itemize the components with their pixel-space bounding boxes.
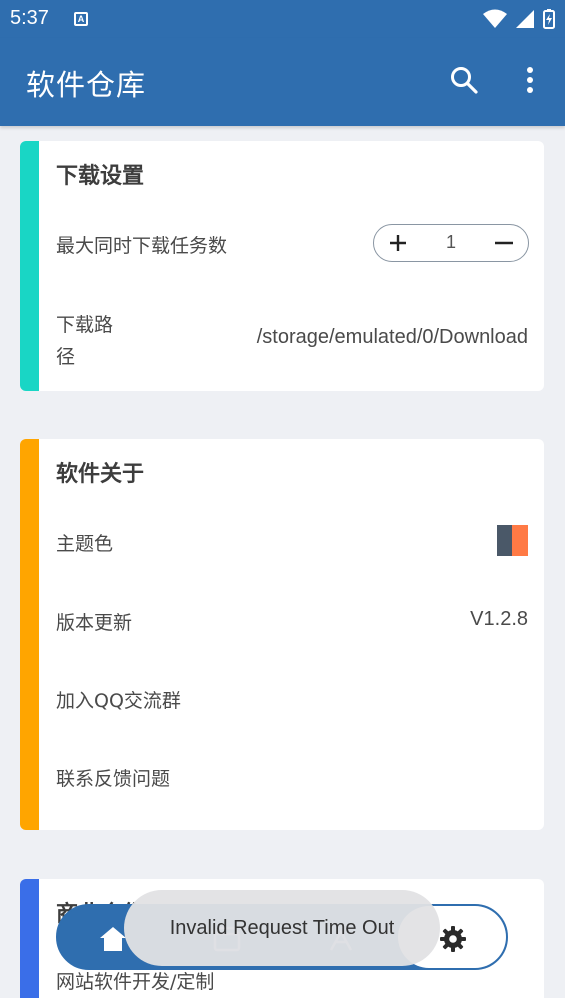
plus-icon [390,235,406,251]
join-group-label[interactable]: 加入QQ交流群 [56,686,181,713]
search-icon[interactable] [448,64,480,96]
swatch-orange [512,525,528,556]
theme-color-label[interactable]: 主题色 [56,529,113,556]
decrement-button[interactable] [480,225,528,261]
system-icons [483,9,555,29]
update-label[interactable]: 版本更新 [56,608,132,635]
custom-dev-label[interactable]: 网站软件开发/定制 [56,967,214,994]
more-vert-icon[interactable] [520,64,540,96]
status-time: 5:37 [10,7,49,29]
status-bar: 5:37 A [0,0,565,38]
download-path-value[interactable]: /storage/emulated/0/Download [257,326,528,349]
download-settings-card: 下载设置 最大同时下载任务数 1 下载路 径 /storage/emulated… [20,141,544,391]
download-path-label-line1: 下载路 [56,314,114,336]
max-downloads-label: 最大同时下载任务数 [56,235,228,257]
wifi-icon [483,9,507,28]
swatch-dark [497,525,512,556]
max-downloads-stepper[interactable]: 1 [373,224,529,262]
card-heading: 下载设置 [56,164,145,189]
signal-icon [516,10,534,28]
theme-color-swatch[interactable] [497,525,528,556]
home-icon [100,927,126,951]
download-path-label[interactable]: 下载路 径 [56,309,113,373]
card-stripe [20,879,39,998]
battery-icon [543,9,555,29]
card-stripe [20,141,39,391]
notification-a-icon: A [74,12,88,26]
card-stripe [20,439,39,830]
minus-icon [495,241,513,245]
about-card: 软件关于 主题色 版本更新 V1.2.8 加入QQ交流群 联系反馈问题 [20,439,544,830]
toast-message: Invalid Request Time Out [124,890,440,966]
increment-button[interactable] [374,225,422,261]
download-path-label-line2: 径 [56,346,76,368]
max-downloads-value: 1 [445,232,456,252]
app-bar: 软件仓库 [0,38,565,126]
feedback-label[interactable]: 联系反馈问题 [56,764,170,791]
tab-settings[interactable] [436,922,470,956]
page-title: 软件仓库 [26,68,147,102]
card-heading: 软件关于 [56,462,145,487]
version-value: V1.2.8 [470,608,528,630]
settings-icon [440,926,466,952]
